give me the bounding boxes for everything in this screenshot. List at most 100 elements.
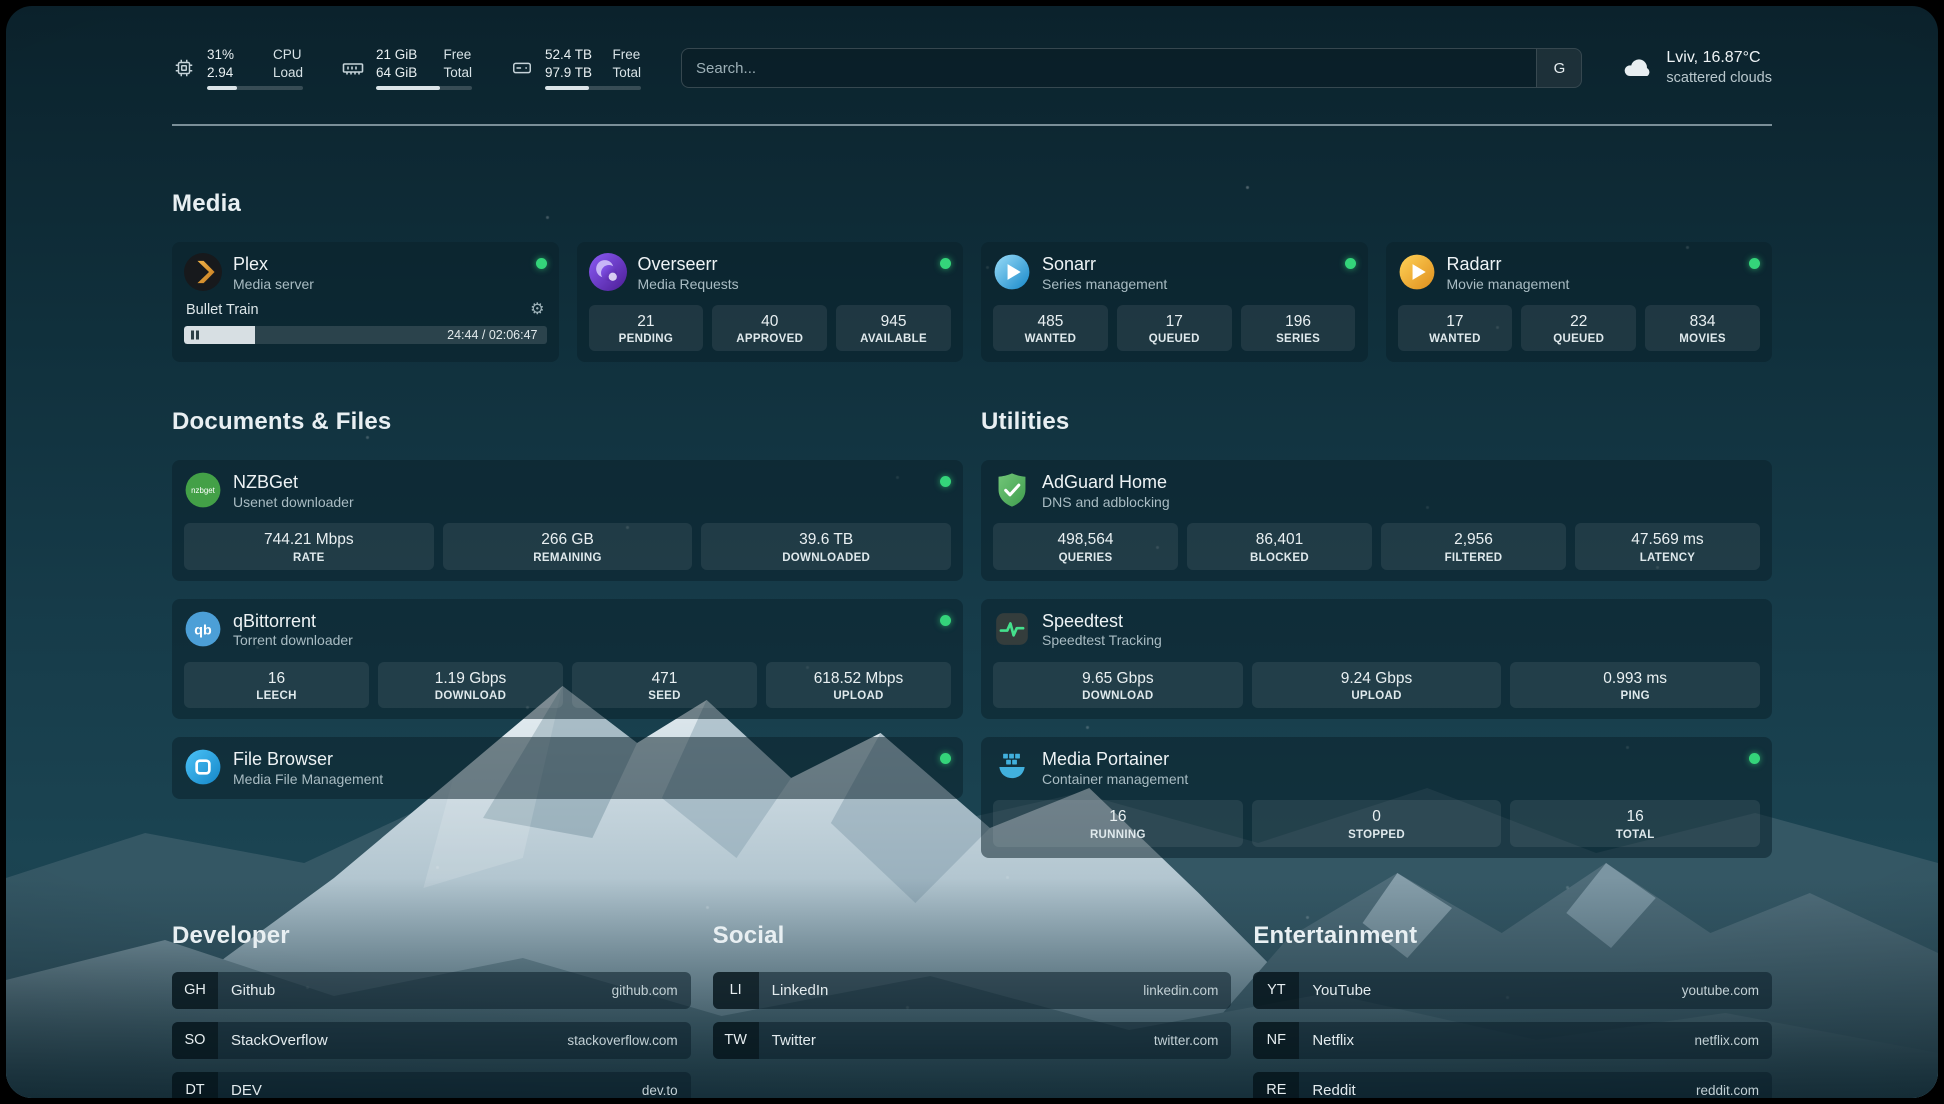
resource-widgets: 31% 2.94 CPU Load [172,46,641,90]
stat-label: UPLOAD [770,690,947,702]
stat-label: APPROVED [716,333,823,345]
bookmark-linkedin[interactable]: LI LinkedIn linkedin.com [713,972,1232,1009]
stat-value: 485 [997,312,1104,331]
service-card-qbittorrent[interactable]: qb qBittorrent Torrent downloader [172,599,963,719]
stat-label: LATENCY [1579,552,1756,564]
service-name: Speedtest [1042,610,1162,633]
playback-progress-bar[interactable]: 24:44 / 02:06:47 [184,326,547,344]
stat-label: DOWNLOADED [705,552,947,564]
memory-labels: Free Total [443,46,472,81]
nzbget-icon: nzbget [184,471,222,509]
stat-label: REMAINING [447,552,689,564]
bookmark-url: linkedin.com [1143,983,1218,998]
section-documents: Documents & Files nzbget [172,408,963,799]
bookmark-stackoverflow[interactable]: SO StackOverflow stackoverflow.com [172,1022,691,1059]
stat-queries: 498,564 QUERIES [993,523,1178,569]
status-dot [1345,258,1356,269]
disk-total: 97.9 TB [545,65,592,80]
bookmark-github[interactable]: GH Github github.com [172,972,691,1009]
disk-progress-bar [545,86,641,90]
stat-value: 17 [1402,312,1509,331]
weather-location: Lviv, 16.87°C [1666,48,1772,69]
stat-label: QUEUED [1525,333,1632,345]
bookmarks-developer: Developer GH Github github.com SO StackO… [172,922,691,1099]
stat-wanted: 17 WANTED [1398,305,1513,351]
gear-icon[interactable]: ⚙ [530,302,544,318]
bookmark-twitter[interactable]: TW Twitter twitter.com [713,1022,1232,1059]
portainer-whale-icon [993,748,1031,786]
bookmark-dev[interactable]: DT DEV dev.to [172,1072,691,1099]
stat-label: TOTAL [1514,829,1756,841]
search-provider-button[interactable]: G [1536,49,1581,87]
stat-series: 196 SERIES [1241,305,1356,351]
bookmark-url: twitter.com [1154,1033,1219,1048]
memory-progress-fill [376,86,440,90]
dashboard-screen: 31% 2.94 CPU Load [6,6,1938,1098]
service-name: Sonarr [1042,253,1167,276]
qbittorrent-icon: qb [184,610,222,648]
bookmark-name: DEV [231,1082,262,1099]
cpu-chip-icon [172,56,196,80]
stat-value: 471 [576,669,753,688]
stat-label: PING [1514,690,1756,702]
service-subtitle: Movie management [1447,276,1570,294]
filebrowser-icon [184,748,222,786]
disk-widget: 52.4 TB 97.9 TB Free Total [510,46,641,90]
disk-free: 52.4 TB [545,47,592,62]
service-card-nzbget[interactable]: nzbget NZBGet Usenet downloader 74 [172,460,963,580]
cpu-label-top: CPU [273,47,302,62]
stat-label: RATE [188,552,430,564]
stat-value: 21 [593,312,700,331]
stat-value: 9.24 Gbps [1256,669,1498,688]
bookmark-name: Reddit [1312,1082,1355,1099]
service-card-portainer[interactable]: Media Portainer Container management 16 … [981,737,1772,857]
stat-label: DOWNLOAD [997,690,1239,702]
stat-label: SERIES [1245,333,1352,345]
service-card-overseerr[interactable]: Overseerr Media Requests 21 PENDING 40 A… [577,242,964,362]
stat-value: 16 [997,807,1239,826]
status-dot [940,258,951,269]
stat-value: 945 [840,312,947,331]
stat-label: AVAILABLE [840,333,947,345]
stat-value: 0 [1256,807,1498,826]
playback-time: 24:44 / 02:06:47 [447,328,537,342]
search-bar: G [681,48,1582,88]
service-card-sonarr[interactable]: Sonarr Series management 485 WANTED 17 Q… [981,242,1368,362]
stat-label: QUERIES [997,552,1174,564]
bookmark-abbr: RE [1253,1072,1299,1099]
stat-value: 266 GB [447,530,689,549]
stat-value: 498,564 [997,530,1174,549]
memory-widget: 21 GiB 64 GiB Free Total [341,46,472,90]
bookmark-abbr: NF [1253,1022,1299,1059]
top-bar: 31% 2.94 CPU Load [172,40,1772,96]
bookmark-abbr: DT [172,1072,218,1099]
service-card-filebrowser[interactable]: File Browser Media File Management [172,737,963,799]
service-name: File Browser [233,748,383,771]
stat-value: 196 [1245,312,1352,331]
service-card-adguard[interactable]: AdGuard Home DNS and adblocking 498,564 … [981,460,1772,580]
bookmark-name: Twitter [772,1032,816,1049]
cloud-icon [1622,52,1654,84]
disk-labels: Free Total [612,46,641,81]
sonarr-icon [993,253,1031,291]
bookmark-abbr: SO [172,1022,218,1059]
service-card-plex[interactable]: Plex Media server Bullet Train ⚙ [172,242,559,362]
service-name: Media Portainer [1042,748,1188,771]
search-input[interactable] [682,49,1536,87]
stat-value: 39.6 TB [705,530,947,549]
stat-label: BLOCKED [1191,552,1368,564]
stat-wanted: 485 WANTED [993,305,1108,351]
stat-available: 945 AVAILABLE [836,305,951,351]
service-card-speedtest[interactable]: Speedtest Speedtest Tracking 9.65 Gbps D… [981,599,1772,719]
bookmark-reddit[interactable]: RE Reddit reddit.com [1253,1072,1772,1099]
stat-label: DOWNLOAD [382,690,559,702]
service-card-radarr[interactable]: Radarr Movie management 17 WANTED 22 QUE… [1386,242,1773,362]
bookmark-youtube[interactable]: YT YouTube youtube.com [1253,972,1772,1009]
disk-drive-icon [510,56,534,80]
bookmark-name: YouTube [1312,982,1371,999]
bookmark-netflix[interactable]: NF Netflix netflix.com [1253,1022,1772,1059]
service-subtitle: DNS and adblocking [1042,494,1170,512]
stat-label: PENDING [593,333,700,345]
stat-leech: 16 LEECH [184,662,369,708]
pause-icon[interactable] [190,330,200,341]
